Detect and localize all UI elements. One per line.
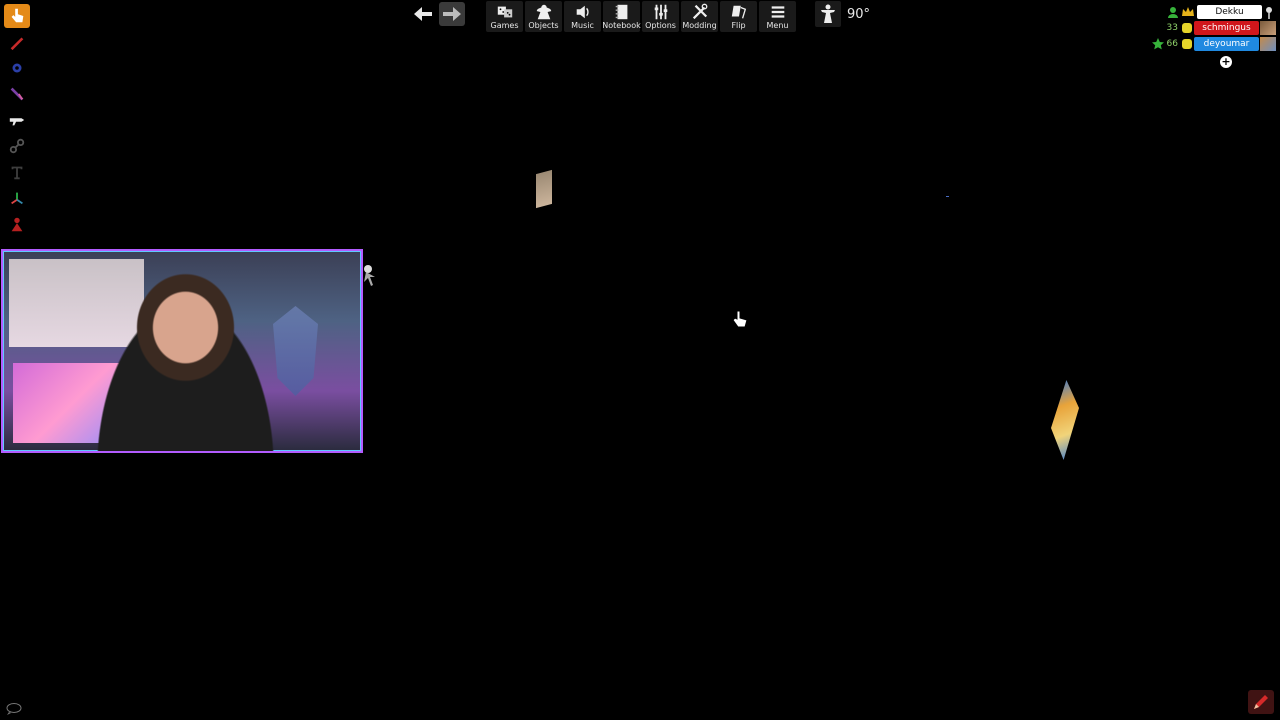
pin-icon [1266,7,1272,19]
notebook-button[interactable]: Notebook [602,1,641,32]
game-table[interactable]: Games Objects Music Notebook Options Mod… [0,0,1280,720]
objects-button[interactable]: Objects [525,1,562,32]
hamburger-icon [771,6,784,18]
line-tool-icon [10,87,24,101]
menu-label: Menu [766,21,789,30]
player-list: Dekku 33 schmingus 66 deyoumar [1141,4,1276,52]
arrow-left-icon [414,7,432,21]
main-toolbar: Games Objects Music Notebook Options Mod… [486,1,796,32]
pen-tool[interactable] [4,30,30,54]
tool-palette [4,4,32,238]
axis-tool[interactable] [4,186,30,210]
table-marker [946,196,949,197]
axis-icon [11,192,23,205]
joint-tool[interactable] [4,134,30,158]
game-card[interactable] [1051,380,1079,460]
hand-pointer-icon [11,8,24,23]
gear-icon [12,63,22,73]
webcam-overlay [1,249,363,453]
flip-label: Flip [731,21,746,30]
tools-icon [692,3,707,20]
zone-tool[interactable] [4,212,30,236]
paint-tool[interactable] [4,56,30,80]
pen-toggle-button[interactable] [1248,690,1274,714]
person-icon [1168,7,1178,18]
music-label: Music [571,21,594,30]
speaker-icon [576,5,589,19]
modding-label: Modding [682,21,717,30]
hand-cursor-icon [732,310,748,328]
player-row[interactable]: 66 deyoumar [1141,36,1276,52]
player-color-dot [1182,23,1192,33]
options-label: Options [645,21,676,30]
hand-gun-icon [9,118,25,126]
line-tool[interactable] [4,82,30,106]
gizmo-tool[interactable] [4,108,30,132]
menu-button[interactable]: Menu [759,1,796,32]
objects-label: Objects [528,21,559,30]
player-name-deyoumar: deyoumar [1194,37,1259,51]
figure-rotate-icon [821,4,835,23]
crown-icon [1182,7,1194,16]
sliders-icon [654,4,667,20]
avatar [1260,21,1276,35]
music-button[interactable]: Music [564,1,601,32]
options-button[interactable]: Options [642,1,679,32]
games-button[interactable]: Games [486,1,523,32]
player-name-dekku: Dekku [1197,5,1262,19]
game-card[interactable] [536,169,552,209]
link-icon [9,138,25,154]
meeple-icon [536,4,551,20]
grab-tool[interactable] [4,4,30,28]
player-score: 33 [1166,23,1178,33]
modding-button[interactable]: Modding [681,1,718,32]
rotation-degrees: 90° [847,6,871,22]
rotation-button[interactable] [815,1,841,27]
flip-button[interactable]: Flip [720,1,757,32]
notebook-icon [615,4,627,20]
notebook-label: Notebook [602,21,641,30]
star-icon [1152,38,1164,50]
player-name-schmingus: schmingus [1194,21,1259,35]
player-score: 66 [1166,39,1178,49]
player-row[interactable]: Dekku [1141,4,1276,20]
player-color-dot [1182,39,1192,49]
flip-icon [731,5,746,19]
add-player-button[interactable]: + [1220,56,1232,68]
webcam-person [73,261,298,451]
chat-icon[interactable] [6,703,22,715]
text-tool[interactable] [4,160,30,184]
history-controls [410,2,465,26]
pen-icon [10,37,24,51]
pencil-icon [1254,695,1268,709]
undo-button[interactable] [410,2,436,26]
arrow-right-icon [443,7,461,21]
avatar [1260,37,1276,51]
player-row[interactable]: 33 schmingus [1141,20,1276,36]
redo-button[interactable] [439,2,465,26]
text-icon [11,166,23,180]
dice-icon [497,6,512,18]
player-cursor-icon [364,265,375,286]
person-icon [11,217,23,232]
games-label: Games [490,21,519,30]
rotation-control: 90° [815,1,870,27]
